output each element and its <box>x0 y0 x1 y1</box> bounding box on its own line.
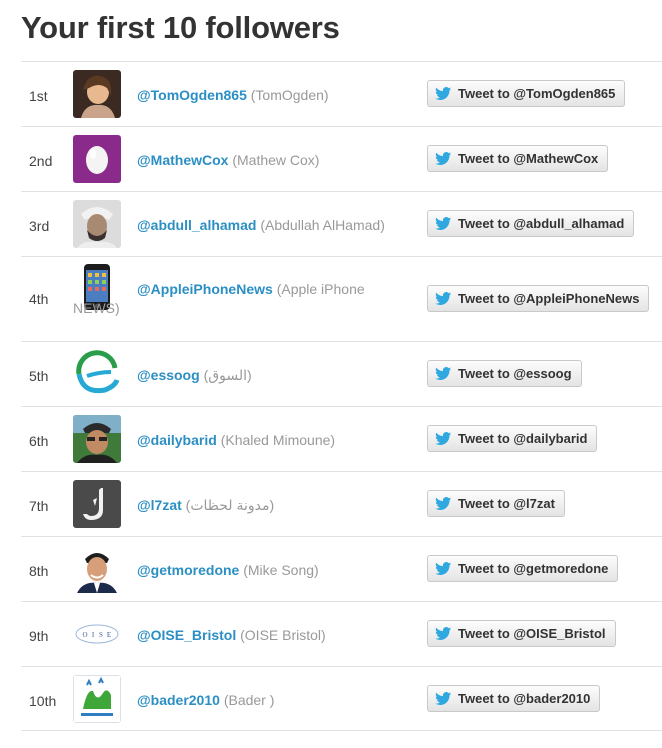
rank-label: 6th <box>29 433 49 449</box>
follower-handle-link[interactable]: @essoog <box>137 367 200 383</box>
twitter-bird-icon <box>435 87 452 101</box>
twitter-bird-icon <box>435 292 452 306</box>
tweet-to-label: Tweet to @TomOgden865 <box>458 86 616 101</box>
follower-real-name: (السوق) <box>203 367 252 383</box>
tweet-to-button[interactable]: Tweet to @AppleiPhoneNews <box>427 285 650 312</box>
tweet-to-button[interactable]: Tweet to @MathewCox <box>427 145 609 172</box>
follower-row: 7th @l7zat (مدونة لحظات) Tweet to @l7zat <box>21 471 662 536</box>
tweet-to-label: Tweet to @essoog <box>458 366 572 381</box>
tweet-to-label: Tweet to @abdull_alhamad <box>458 216 625 231</box>
tweet-to-button[interactable]: Tweet to @getmoredone <box>427 555 619 582</box>
follower-real-name: (TomOgden) <box>250 87 329 103</box>
rank-label: 10th <box>29 693 57 709</box>
follower-handle-link[interactable]: @l7zat <box>137 497 182 513</box>
twitter-bird-icon <box>435 367 452 381</box>
follower-info: @TomOgden865 (TomOgden) <box>73 86 393 105</box>
page-title: Your first 10 followers <box>21 10 340 45</box>
rank-label: 4th <box>29 291 49 307</box>
twitter-bird-icon <box>435 692 452 706</box>
tweet-to-button[interactable]: Tweet to @l7zat <box>427 490 565 517</box>
follower-handle-link[interactable]: @AppleiPhoneNews <box>137 281 273 297</box>
follower-info: @MathewCox (Mathew Cox) <box>73 151 393 170</box>
rank-label: 9th <box>29 628 49 644</box>
follower-row: 5th @essoog (السوق) Tweet to @essoog <box>21 341 662 406</box>
follower-row: 8th @getmoredone (Mike Song) Tweet to @g… <box>21 536 662 601</box>
tweet-to-button[interactable]: Tweet to @bader2010 <box>427 685 601 712</box>
tweet-to-label: Tweet to @AppleiPhoneNews <box>458 291 640 306</box>
follower-info: @bader2010 (Bader ) <box>73 691 393 710</box>
follower-handle-link[interactable]: @getmoredone <box>137 562 239 578</box>
follower-handle-link[interactable]: @OISE_Bristol <box>137 627 236 643</box>
twitter-bird-icon <box>435 627 452 641</box>
tweet-to-button[interactable]: Tweet to @OISE_Bristol <box>427 620 616 647</box>
follower-info: @getmoredone (Mike Song) <box>73 561 393 580</box>
follower-info: @dailybarid (Khaled Mimoune) <box>73 431 393 450</box>
twitter-bird-icon <box>435 432 452 446</box>
follower-row: 2nd @MathewCox (Mathew Cox) Tweet to @Ma… <box>21 126 662 191</box>
follower-real-name: (Abdullah AlHamad) <box>260 217 385 233</box>
follower-info: @l7zat (مدونة لحظات) <box>73 496 393 515</box>
follower-real-name: (مدونة لحظات) <box>185 497 275 513</box>
rank-label: 1st <box>29 88 48 104</box>
follower-row: 1st @TomOgden865 (TomOgden) Tweet to @To… <box>21 61 662 126</box>
follower-info: @essoog (السوق) <box>73 366 393 385</box>
follower-handle-link[interactable]: @dailybarid <box>137 432 217 448</box>
follower-handle-link[interactable]: @TomOgden865 <box>137 87 247 103</box>
twitter-bird-icon <box>435 562 452 576</box>
follower-info: @abdull_alhamad (Abdullah AlHamad) <box>73 216 393 235</box>
follower-row: 10th @bader2010 (Bader ) Tweet to @bader… <box>21 666 662 731</box>
follower-real-name: (Khaled Mimoune) <box>220 432 336 448</box>
follower-handle-link[interactable]: @MathewCox <box>137 152 228 168</box>
tweet-to-button[interactable]: Tweet to @essoog <box>427 360 582 387</box>
rank-label: 7th <box>29 498 49 514</box>
follower-real-name: (Bader ) <box>223 692 275 708</box>
follower-row: 3rd @abdull_alhamad (Abdullah AlHamad) T… <box>21 191 662 256</box>
tweet-to-label: Tweet to @l7zat <box>458 496 555 511</box>
tweet-to-label: Tweet to @OISE_Bristol <box>458 626 606 641</box>
tweet-to-button[interactable]: Tweet to @abdull_alhamad <box>427 210 635 237</box>
follower-real-name: (Mike Song) <box>243 562 319 578</box>
rank-label: 5th <box>29 368 49 384</box>
tweet-to-button[interactable]: Tweet to @TomOgden865 <box>427 80 626 107</box>
follower-info: @OISE_Bristol (OISE Bristol) <box>73 626 393 645</box>
follower-handle-link[interactable]: @bader2010 <box>137 692 220 708</box>
follower-row: 9th OISE @OISE_Bristol (OISE Bristol) Tw… <box>21 601 662 666</box>
rank-label: 2nd <box>29 153 53 169</box>
twitter-bird-icon <box>435 217 452 231</box>
tweet-to-label: Tweet to @bader2010 <box>458 691 591 706</box>
tweet-to-button[interactable]: Tweet to @dailybarid <box>427 425 598 452</box>
twitter-bird-icon <box>435 152 452 166</box>
follower-real-name: (Mathew Cox) <box>232 152 320 168</box>
follower-info: @AppleiPhoneNews (Apple iPhone NEWS) <box>73 280 393 318</box>
tweet-to-label: Tweet to @getmoredone <box>458 561 609 576</box>
tweet-to-label: Tweet to @dailybarid <box>458 431 588 446</box>
twitter-bird-icon <box>435 497 452 511</box>
follower-handle-link[interactable]: @abdull_alhamad <box>137 217 256 233</box>
followers-list: 1st @TomOgden865 (TomOgden) Tweet to @To… <box>21 61 662 731</box>
tweet-to-label: Tweet to @MathewCox <box>458 151 599 166</box>
follower-row: 6th @dailybarid (Khaled Mimoune) Tweet t… <box>21 406 662 471</box>
follower-real-name: (OISE Bristol) <box>240 627 326 643</box>
rank-label: 3rd <box>29 218 50 234</box>
rank-label: 8th <box>29 563 49 579</box>
follower-row: 4th @AppleiPhoneNews (Apple iPhone NEWS)… <box>21 256 662 341</box>
